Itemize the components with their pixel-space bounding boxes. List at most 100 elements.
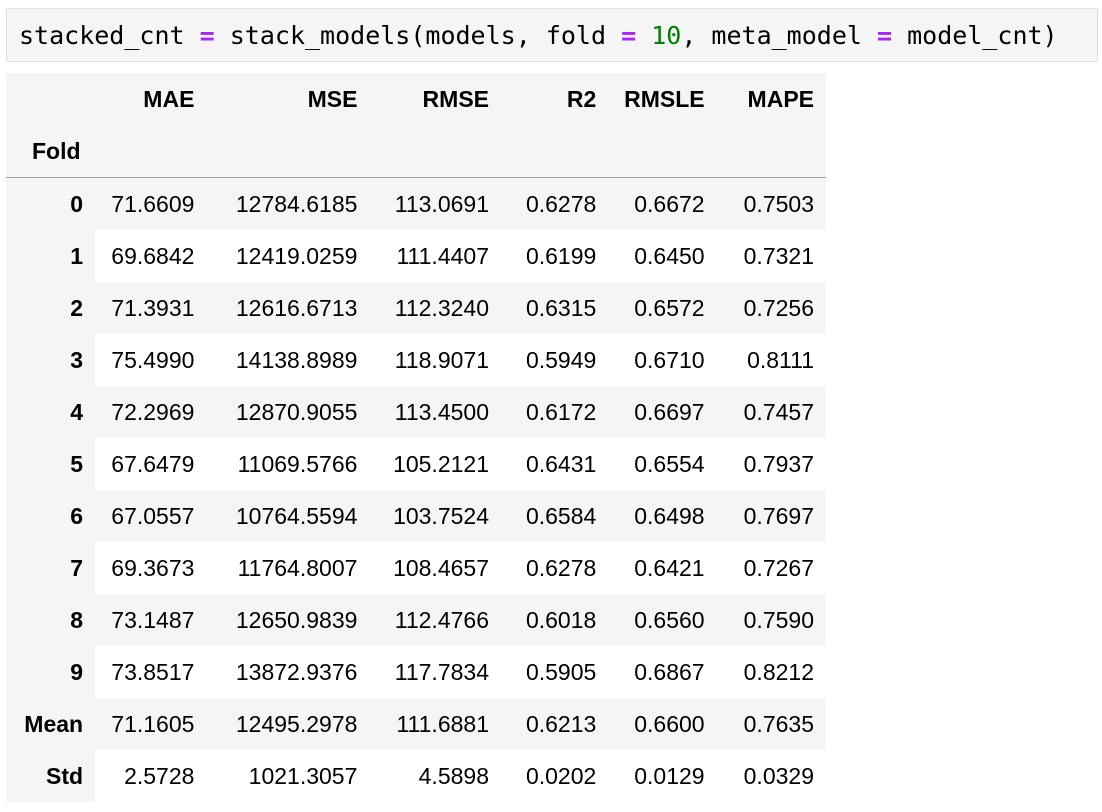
table-row: 2 71.3931 12616.6713 112.3240 0.6315 0.6572 0.… [6,282,826,334]
table-cell: 0.7457 [716,386,826,438]
table-cell: 0.6278 [501,542,609,594]
table-cell: 71.6609 [95,177,207,230]
table-cell: 11764.8007 [206,542,370,594]
table-cell: 0.6584 [501,490,609,542]
table-cell: 0.7590 [716,594,826,646]
table-row: 0 71.6609 12784.6185 113.0691 0.6278 0.6672 0.… [6,177,826,230]
table-cell: 0.6572 [608,282,717,334]
table-cell: 67.6479 [95,438,207,490]
table-cell: 11069.5766 [206,438,370,490]
table-cell: 73.8517 [95,646,207,698]
table-cell: 0.6710 [608,334,717,386]
table-cell: 0.6199 [501,230,609,282]
table-cell: 2.5728 [95,750,207,802]
table-row: Mean 71.1605 12495.2978 111.6881 0.6213 0.660… [6,698,826,750]
table-body: 0 71.6609 12784.6185 113.0691 0.6278 0.6672 0.… [6,177,826,802]
table-cell: 0.6213 [501,698,609,750]
table-cell: 111.4407 [369,230,501,282]
table-cell: 118.9071 [369,334,501,386]
row-index-label: 3 [6,334,96,386]
table-cell: 0.6278 [501,177,609,230]
code-token-op: = [876,20,893,50]
table-row: 6 67.0557 10764.5594 103.7524 0.6584 0.6498 0.… [6,490,826,542]
table-cell: 1021.3057 [206,750,370,802]
code-token-name: , meta_model [681,20,877,50]
table-cell: 113.0691 [369,177,501,230]
table-row: 3 75.4990 14138.8989 118.9071 0.5949 0.6710 0.… [6,334,826,386]
metrics-dataframe: MAE MSE RMSE R2 RMSLE MAPE Fold 0 71.6609… [6,73,826,802]
table-cell: 12495.2978 [206,698,370,750]
row-index-label: 7 [6,542,96,594]
table-cell: 0.6554 [608,438,717,490]
table-cell: 0.6697 [608,386,717,438]
table-cell: 13872.9376 [206,646,370,698]
table-row: 1 69.6842 12419.0259 111.4407 0.6199 0.6450 0.… [6,230,826,282]
table-cell: 71.1605 [95,698,207,750]
table-row: 5 67.6479 11069.5766 105.2121 0.6431 0.6554 0.… [6,438,826,490]
table-cell: 4.5898 [369,750,501,802]
table-cell: 0.6498 [608,490,717,542]
table-cell: 0.6450 [608,230,717,282]
table-cell: 0.6431 [501,438,609,490]
table-cell: 72.2969 [95,386,207,438]
index-name-row: Fold [6,125,826,178]
code-token-name: model_cnt) [892,20,1058,50]
table-cell: 0.6315 [501,282,609,334]
table-cell: 69.6842 [95,230,207,282]
column-header: MAPE [716,73,826,125]
table-cell: 12870.9055 [206,386,370,438]
table-cell: 108.4657 [369,542,501,594]
table-cell: 113.4500 [369,386,501,438]
table-row: 7 69.3673 11764.8007 108.4657 0.6278 0.6421 0.… [6,542,826,594]
table-cell: 0.6560 [608,594,717,646]
column-header: R2 [501,73,609,125]
table-cell: 73.1487 [95,594,207,646]
table-cell: 0.6018 [501,594,609,646]
table-row: 8 73.1487 12650.9839 112.4766 0.6018 0.6560 0.… [6,594,826,646]
code-token-op: = [621,20,637,50]
table-cell: 105.2121 [369,438,501,490]
index-name: Fold [6,125,96,178]
table-cell: 12784.6185 [206,177,370,230]
table-cell: 112.4766 [369,594,501,646]
table-cell: 0.7503 [716,177,826,230]
table-cell: 117.7834 [369,646,501,698]
code-token-name [636,21,651,50]
code-cell[interactable]: stacked_cnt = stack_models(models, fold … [6,8,1098,62]
row-index-label: 8 [6,594,96,646]
table-row: 9 73.8517 13872.9376 117.7834 0.5905 0.6867 0.… [6,646,826,698]
code-token-name: stacked_cnt [19,20,200,50]
row-index-label: 6 [6,490,96,542]
table-cell: 103.7524 [369,490,501,542]
table-cell: 0.7267 [716,542,826,594]
row-index-label: 4 [6,386,96,438]
table-cell: 0.7635 [716,698,826,750]
column-header: MSE [206,73,370,125]
row-index-label: 0 [6,177,96,230]
column-header-row: MAE MSE RMSE R2 RMSLE MAPE [6,73,826,125]
column-header: RMSLE [608,73,717,125]
table-cell: 0.8111 [716,334,826,386]
code-token-name: stack_models(models, fold [214,20,622,50]
table-cell: 67.0557 [95,490,207,542]
code-token-op: = [199,20,215,50]
table-cell: 0.0202 [501,750,609,802]
table-row: 4 72.2969 12870.9055 113.4500 0.6172 0.6697 0.… [6,386,826,438]
table-cell: 0.0129 [608,750,717,802]
table-cell: 111.6881 [369,698,501,750]
table-cell: 0.7321 [716,230,826,282]
table-cell: 0.5949 [501,334,609,386]
output-area: MAE MSE RMSE R2 RMSLE MAPE Fold 0 71.6609… [6,73,826,805]
table-cell: 69.3673 [95,542,207,594]
table-cell: 12616.6713 [206,282,370,334]
table-cell: 0.0329 [716,750,826,802]
corner-cell [6,73,96,125]
table-cell: 0.7697 [716,490,826,542]
code-token-num: 10 [651,20,682,50]
table-cell: 12650.9839 [206,594,370,646]
table-cell: 0.6172 [501,386,609,438]
table-cell: 0.6600 [608,698,717,750]
table-cell: 0.6421 [608,542,717,594]
table-row: Std 2.5728 1021.3057 4.5898 0.0202 0.0129 0.03… [6,750,826,802]
table-cell: 75.4990 [95,334,207,386]
